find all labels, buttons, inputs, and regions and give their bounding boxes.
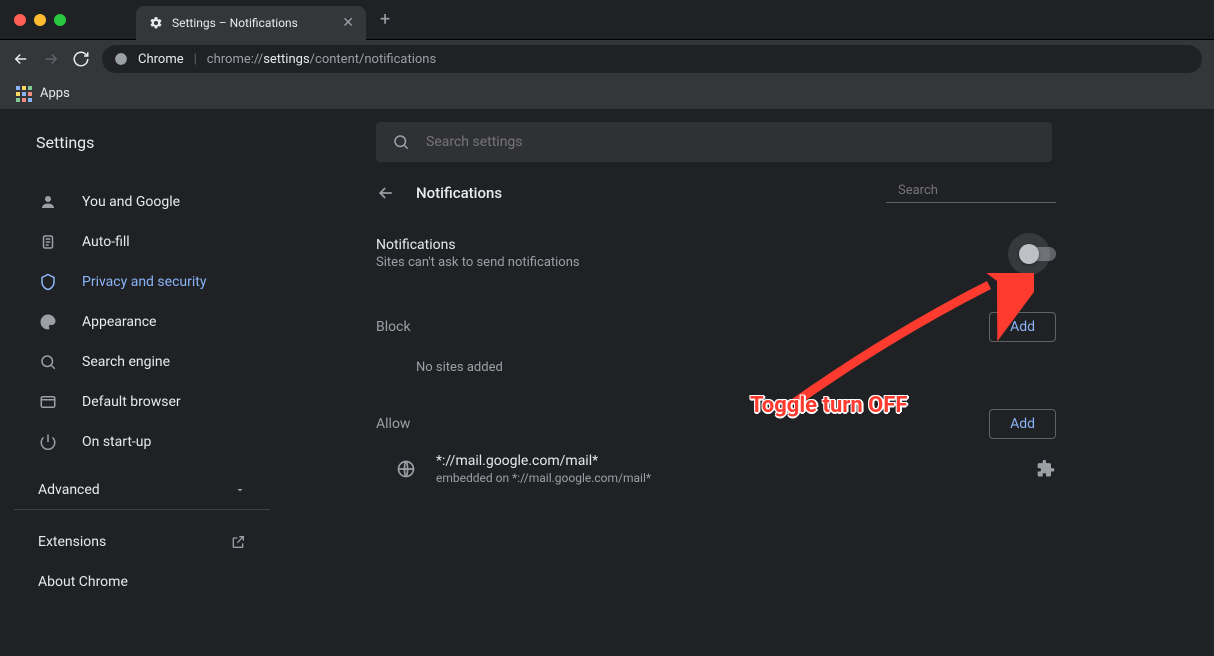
search-icon <box>392 133 410 151</box>
about-label: About Chrome <box>38 574 128 590</box>
panel-title: Notifications <box>416 184 502 202</box>
forward-button[interactable] <box>42 50 60 68</box>
extensions-label: Extensions <box>38 534 106 550</box>
sidebar-item-default-browser[interactable]: Default browser <box>14 382 270 422</box>
advanced-label: Advanced <box>38 482 100 498</box>
settings-header: Settings <box>14 110 1214 174</box>
url-divider: | <box>194 52 197 67</box>
block-add-button[interactable]: Add <box>989 312 1056 342</box>
power-icon <box>38 433 58 451</box>
notifications-toggle-row: Notifications Sites can't ask to send no… <box>376 223 1056 284</box>
person-icon <box>38 193 58 211</box>
allow-list-item[interactable]: *://mail.google.com/mail* embedded on *:… <box>376 439 1056 499</box>
sidebar-item-about[interactable]: About Chrome <box>14 562 270 602</box>
shield-icon <box>38 273 58 291</box>
sidebar-footer: Extensions About Chrome <box>14 510 270 602</box>
external-link-icon <box>230 534 246 550</box>
toggle-subtitle: Sites can't ask to send notifications <box>376 255 580 270</box>
bookmarks-bar: Apps <box>0 78 1214 110</box>
block-section-header: Block Add <box>376 312 1056 342</box>
sidebar-item-label: On start-up <box>82 434 151 450</box>
browser-icon <box>38 393 58 411</box>
panel-wrap: Notifications Notifications Sites can't … <box>270 174 1214 602</box>
clipboard-icon <box>38 233 58 251</box>
sidebar-item-extensions[interactable]: Extensions <box>14 522 270 562</box>
sidebar-item-appearance[interactable]: Appearance <box>14 302 270 342</box>
palette-icon <box>38 313 58 331</box>
address-bar[interactable]: Chrome | chrome://settings/content/notif… <box>102 45 1202 73</box>
toggle-title: Notifications <box>376 237 580 253</box>
window-zoom-button[interactable] <box>54 14 66 26</box>
sidebar-item-label: Search engine <box>82 354 170 370</box>
reload-button[interactable] <box>72 50 90 68</box>
toggle-thumb <box>1019 244 1039 264</box>
sidebar-item-on-startup[interactable]: On start-up <box>14 422 270 462</box>
chevron-down-icon <box>234 484 246 496</box>
browser-toolbar: Chrome | chrome://settings/content/notif… <box>0 40 1214 78</box>
url-text: chrome://settings/content/notifications <box>207 52 436 67</box>
sidebar-item-label: You and Google <box>82 194 180 210</box>
allow-section-header: Allow Add <box>376 409 1056 439</box>
panel-header: Notifications <box>376 174 1056 223</box>
allow-item-embedded: embedded on *://mail.google.com/mail* <box>436 471 651 485</box>
globe-icon <box>396 459 416 479</box>
toggle-text: Notifications Sites can't ask to send no… <box>376 237 580 270</box>
settings-search[interactable] <box>376 122 1052 162</box>
notifications-panel: Notifications Notifications Sites can't … <box>376 174 1056 499</box>
site-info-icon[interactable] <box>114 52 128 66</box>
page-title: Settings <box>36 133 376 152</box>
apps-icon <box>16 86 32 102</box>
settings-search-input[interactable] <box>426 134 1036 150</box>
url-scheme: Chrome <box>138 52 184 67</box>
allow-item-pattern: *://mail.google.com/mail* <box>436 453 651 469</box>
sidebar-item-label: Appearance <box>82 314 156 330</box>
block-empty-text: No sites added <box>376 342 1056 381</box>
back-button[interactable] <box>12 50 30 68</box>
panel-search[interactable] <box>886 182 1056 203</box>
settings-page: Settings You and Google Auto-fill Privac… <box>14 110 1214 656</box>
sidebar-item-label: Privacy and security <box>82 274 206 290</box>
sidebar-advanced[interactable]: Advanced <box>14 470 270 510</box>
traffic-lights <box>14 14 66 26</box>
tab-close-button[interactable]: ✕ <box>342 15 354 31</box>
panel-search-input[interactable] <box>898 183 1064 198</box>
window-minimize-button[interactable] <box>34 14 46 26</box>
annotation-text: Toggle turn OFF <box>750 393 907 418</box>
allow-item-text: *://mail.google.com/mail* embedded on *:… <box>436 453 651 485</box>
sidebar-item-search-engine[interactable]: Search engine <box>14 342 270 382</box>
notifications-toggle[interactable] <box>1022 247 1056 261</box>
allow-label: Allow <box>376 416 410 432</box>
browser-tab[interactable]: Settings – Notifications ✕ <box>136 6 366 40</box>
panel-back-button[interactable] <box>376 183 396 203</box>
window-close-button[interactable] <box>14 14 26 26</box>
extension-icon[interactable] <box>1036 459 1056 479</box>
tab-title: Settings – Notifications <box>172 16 334 30</box>
sidebar-item-autofill[interactable]: Auto-fill <box>14 222 270 262</box>
block-label: Block <box>376 319 411 335</box>
gear-icon <box>148 15 164 31</box>
search-icon <box>38 353 58 371</box>
sidebar-item-label: Default browser <box>82 394 181 410</box>
allow-add-button[interactable]: Add <box>989 409 1056 439</box>
window-titlebar: Settings – Notifications ✕ + <box>0 0 1214 40</box>
new-tab-button[interactable]: + <box>380 9 390 30</box>
apps-bookmark[interactable]: Apps <box>40 86 70 101</box>
sidebar-item-label: Auto-fill <box>82 234 130 250</box>
main-layout: You and Google Auto-fill Privacy and sec… <box>14 174 1214 602</box>
sidebar-item-privacy[interactable]: Privacy and security <box>14 262 270 302</box>
sidebar-item-you-and-google[interactable]: You and Google <box>14 182 270 222</box>
sidebar: You and Google Auto-fill Privacy and sec… <box>14 174 270 602</box>
